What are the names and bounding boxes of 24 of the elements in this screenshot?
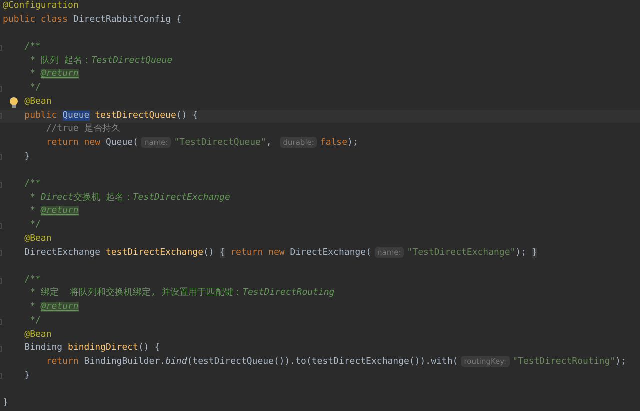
code-line: /** [24,274,41,287]
code-line: * @return [30,205,79,218]
code-line: @Configuration [3,0,79,13]
code-line: Binding bindingDirect() { [24,342,160,356]
code-line: */ [30,82,41,96]
code-line: * Direct交换机 起名：TestDirectExchange [30,192,230,205]
code-line: * 绑定 将队列和交换机绑定, 并设置用于匹配键：TestDirectRouting [30,287,335,300]
code-line: @Bean [24,328,52,342]
code-line: } [24,150,30,164]
code-line: /** [24,41,41,54]
code-line: /** [24,178,41,191]
code-line: @Bean [24,96,52,109]
code-line: } [24,370,30,383]
code-line: //true 是否持久 [46,123,120,136]
code-line: * @return [30,68,79,82]
code-line: * 队列 起名：TestDirectQueue [30,54,173,68]
code-line: public class DirectRabbitConfig { [3,14,182,27]
code-line: public Queue testDirectQueue() { [24,110,198,122]
code-line: */ [30,219,41,232]
lightbulb-icon[interactable] [9,96,19,109]
code-line: */ [30,314,41,328]
code-line: @Bean [24,232,52,246]
code-line: } [3,396,8,410]
code-line: * @return [30,301,79,314]
